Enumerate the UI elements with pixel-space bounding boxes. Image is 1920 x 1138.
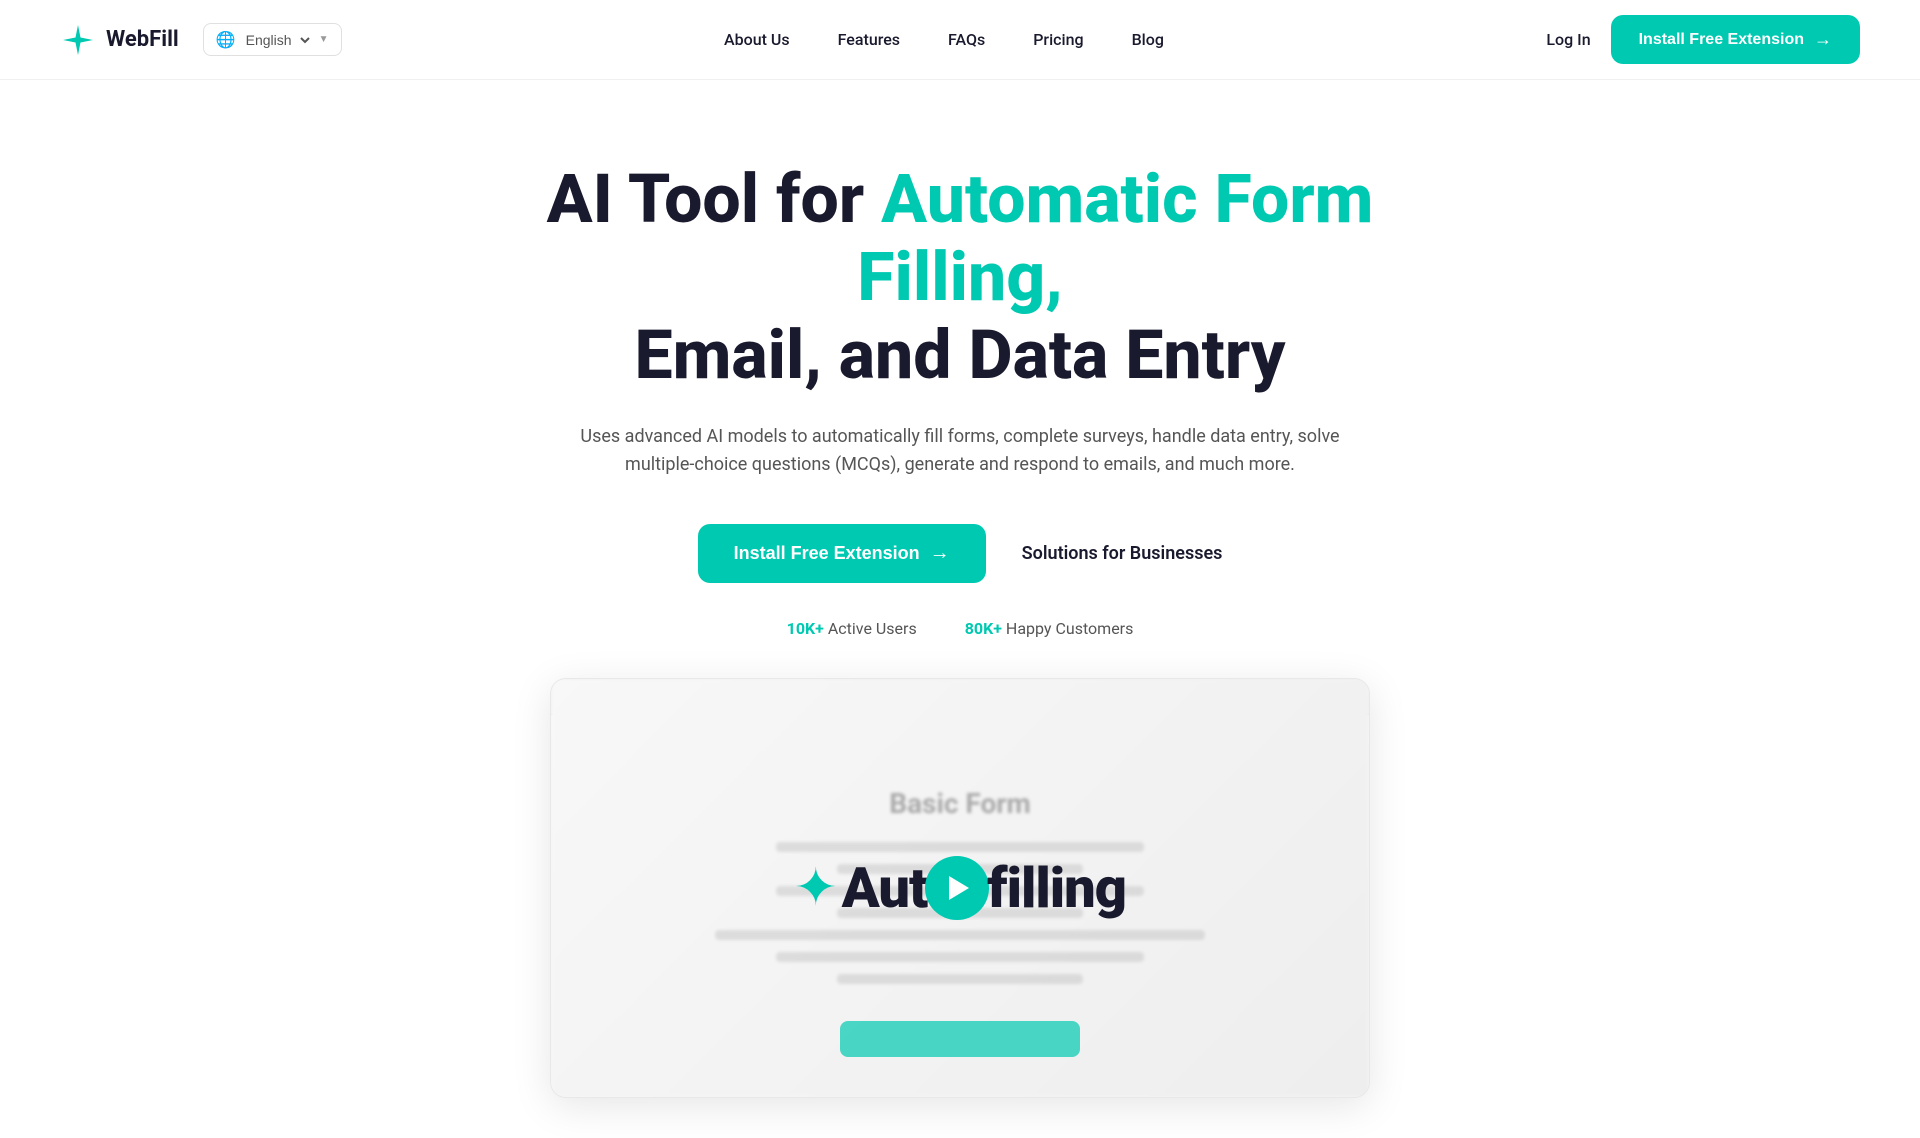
language-selector[interactable]: 🌐 English Spanish French ▼	[203, 23, 342, 56]
login-button[interactable]: Log In	[1546, 30, 1590, 49]
logo-text: WebFill	[106, 27, 179, 52]
main-nav: About Us Features FAQs Pricing Blog	[724, 30, 1164, 49]
stats-row: 10K+ Active Users 80K+ Happy Customers	[787, 619, 1134, 638]
language-dropdown[interactable]: English Spanish French	[242, 31, 313, 49]
stat-active-users: 10K+ Active Users	[787, 619, 917, 638]
arrow-right-icon-hero: →	[930, 542, 950, 565]
nav-pricing[interactable]: Pricing	[1033, 30, 1083, 49]
hero-cta-row: Install Free Extension → Solutions for B…	[698, 524, 1223, 583]
video-bottom-button	[840, 1021, 1080, 1057]
stat-happy-customers-number: 80K+	[965, 619, 1002, 638]
hero-title-prefix: AI Tool for	[547, 159, 881, 239]
webfill-logo-icon	[60, 22, 96, 58]
logo[interactable]: WebFill	[60, 22, 179, 58]
stat-happy-customers-label-text: Happy Customers	[1002, 619, 1133, 638]
arrow-right-icon: →	[1814, 29, 1832, 50]
hero-title: AI Tool for Automatic Form Filling, Emai…	[510, 160, 1410, 395]
nav-faqs[interactable]: FAQs	[948, 30, 985, 49]
hero-title-suffix: Email, and Data Entry	[634, 315, 1285, 395]
nav-blog[interactable]: Blog	[1132, 30, 1164, 49]
nav-features[interactable]: Features	[838, 30, 900, 49]
stat-active-users-number: 10K+	[787, 619, 824, 638]
install-extension-button-header[interactable]: Install Free Extension →	[1611, 15, 1860, 64]
autofill-star-icon: ✦	[794, 862, 838, 914]
install-extension-button-hero[interactable]: Install Free Extension →	[698, 524, 986, 583]
autofill-text-row: ✦ Aut filling	[794, 855, 1126, 921]
install-btn-header-label: Install Free Extension	[1639, 31, 1804, 49]
nav-about[interactable]: About Us	[724, 30, 790, 49]
autofill-pre-text: Aut	[842, 855, 928, 921]
stat-active-users-label-text: Active Users	[824, 619, 917, 638]
stat-happy-customers: 80K+ Happy Customers	[965, 619, 1134, 638]
play-triangle-icon	[949, 876, 969, 900]
header: WebFill 🌐 English Spanish French ▼ About…	[0, 0, 1920, 80]
header-right: Log In Install Free Extension →	[1546, 15, 1860, 64]
video-preview[interactable]: ✕ Basic Form ✦ Aut	[550, 678, 1370, 1098]
chevron-down-icon: ▼	[319, 34, 329, 45]
hero-subtitle: Uses advanced AI models to automatically…	[580, 423, 1340, 481]
header-left: WebFill 🌐 English Spanish French ▼	[60, 22, 342, 58]
install-btn-hero-label: Install Free Extension	[734, 543, 920, 564]
solutions-for-businesses-link[interactable]: Solutions for Businesses	[1022, 543, 1223, 564]
hero-title-accent: Automatic Form Filling,	[857, 159, 1373, 317]
play-button[interactable]	[925, 856, 989, 920]
translate-icon: 🌐	[216, 30, 236, 49]
main-content: AI Tool for Automatic Form Filling, Emai…	[0, 80, 1920, 1138]
hero-section: AI Tool for Automatic Form Filling, Emai…	[0, 80, 1920, 1138]
autofill-post-text: filling	[987, 855, 1126, 921]
